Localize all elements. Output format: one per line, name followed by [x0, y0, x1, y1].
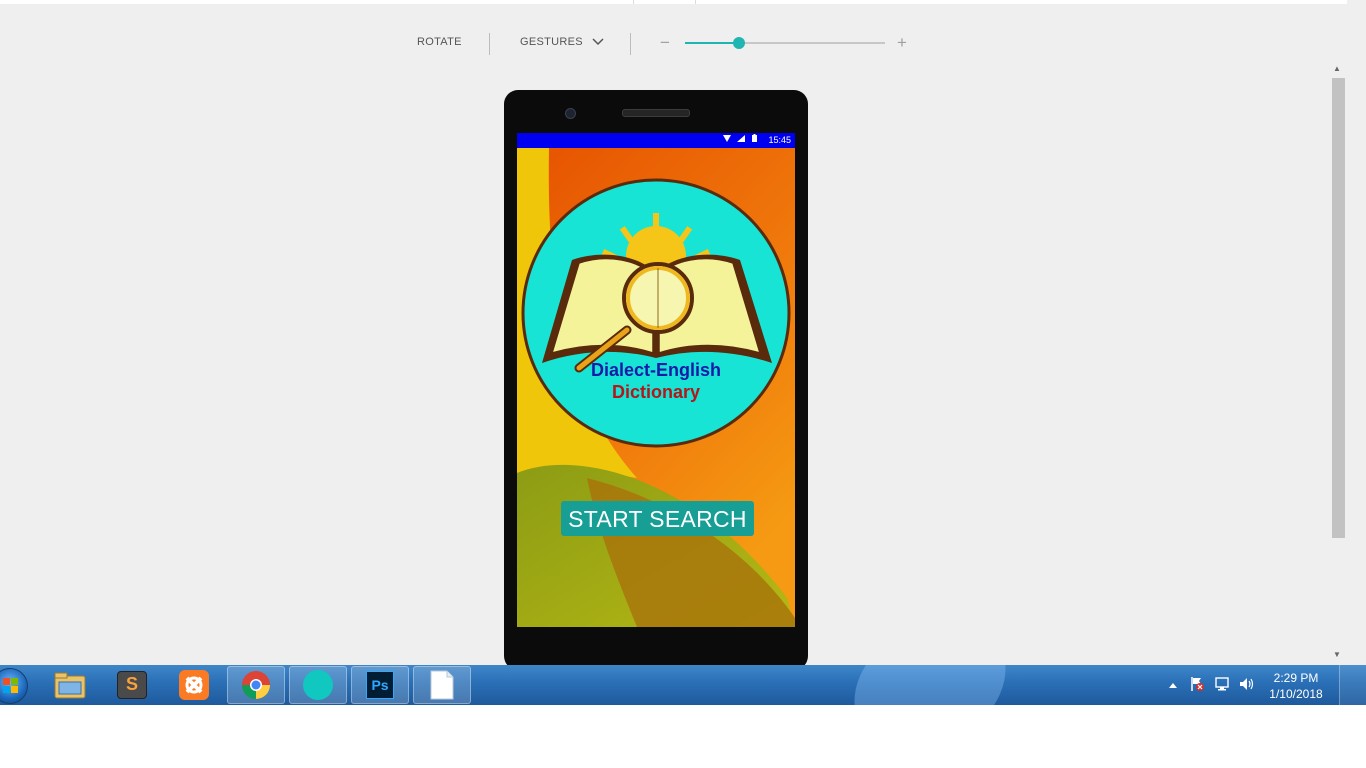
- phone-bottom-bezel: [504, 627, 808, 665]
- android-status-bar: 15:45: [517, 133, 795, 148]
- chrome-icon: [242, 671, 270, 699]
- battery-icon: [752, 134, 757, 142]
- sublime-text-icon: S: [117, 671, 147, 699]
- xampp-icon: [179, 670, 209, 700]
- windows-logo-icon: [3, 678, 18, 693]
- zoom-in-button[interactable]: +: [897, 33, 907, 53]
- show-desktop-button[interactable]: [1339, 665, 1366, 705]
- clock-time: 2:29 PM: [1273, 671, 1319, 685]
- photoshop-icon: Ps: [366, 671, 394, 699]
- phone-frame: 15:45 Dialect-English Dictionary START S…: [504, 90, 808, 665]
- show-hidden-icons-icon[interactable]: [1168, 678, 1178, 705]
- windows-taskbar: S Ps 2:29 PM 1/10/2018: [0, 665, 1366, 705]
- scrollbar-thumb[interactable]: [1332, 78, 1345, 538]
- zoom-out-button[interactable]: −: [660, 33, 670, 53]
- status-icons: [722, 134, 757, 144]
- gestures-dropdown[interactable]: GESTURES: [520, 36, 604, 48]
- taskbar-glow: [830, 665, 1030, 705]
- logo-title-line1: Dialect-English: [590, 360, 722, 380]
- gestures-label: GESTURES: [520, 36, 583, 48]
- taskbar-teal-app[interactable]: [289, 666, 347, 704]
- blank-document-icon: [430, 670, 454, 700]
- splash-background: Dialect-English Dictionary START SEARCH: [517, 148, 795, 627]
- action-center-flag-icon[interactable]: [1189, 676, 1205, 705]
- phone-screen[interactable]: 15:45 Dialect-English Dictionary START S…: [517, 133, 795, 627]
- teal-circle-app-icon: [303, 670, 333, 700]
- taskbar-file-explorer[interactable]: [41, 666, 99, 704]
- zoom-slider-thumb[interactable]: [733, 37, 745, 49]
- logo-title-line2: Dictionary: [611, 382, 701, 402]
- zoom-slider[interactable]: [685, 37, 885, 49]
- clock-date: 1/10/2018: [1269, 687, 1323, 701]
- zoom-slider-fill: [685, 42, 739, 44]
- taskbar-xampp[interactable]: [165, 666, 223, 704]
- toolbar-separator: [630, 33, 631, 55]
- network-icon[interactable]: [1214, 676, 1230, 705]
- taskbar-chrome[interactable]: [227, 666, 285, 704]
- divider-mark: [695, 0, 696, 4]
- toolbar-separator: [489, 33, 490, 55]
- emulator-workspace: ROTATE GESTURES − + ▲ ▼ 15:45 Dialect-En…: [0, 0, 1366, 665]
- taskbar-sublime-text[interactable]: S: [103, 666, 161, 704]
- taskbar-photoshop[interactable]: Ps: [351, 666, 409, 704]
- scroll-up-arrow-icon[interactable]: ▲: [1333, 64, 1341, 73]
- front-camera-icon: [565, 108, 576, 119]
- windows-start-button[interactable]: [0, 668, 28, 704]
- divider-mark: [633, 0, 634, 4]
- earpiece-speaker: [622, 109, 690, 117]
- volume-icon[interactable]: [1238, 676, 1254, 705]
- top-divider: [0, 0, 1347, 4]
- wifi-icon: [722, 135, 731, 142]
- file-explorer-icon: [54, 672, 86, 699]
- taskbar-blank-document[interactable]: [413, 666, 471, 704]
- chevron-down-icon: [592, 38, 604, 46]
- start-search-button[interactable]: START SEARCH: [561, 501, 754, 536]
- rotate-button[interactable]: ROTATE: [417, 36, 462, 48]
- scroll-down-arrow-icon[interactable]: ▼: [1333, 650, 1341, 659]
- status-time: 15:45: [768, 135, 791, 145]
- vertical-scrollbar[interactable]: ▲ ▼: [1329, 64, 1347, 665]
- signal-icon: [737, 135, 746, 142]
- taskbar-clock[interactable]: 2:29 PM 1/10/2018: [1262, 670, 1330, 702]
